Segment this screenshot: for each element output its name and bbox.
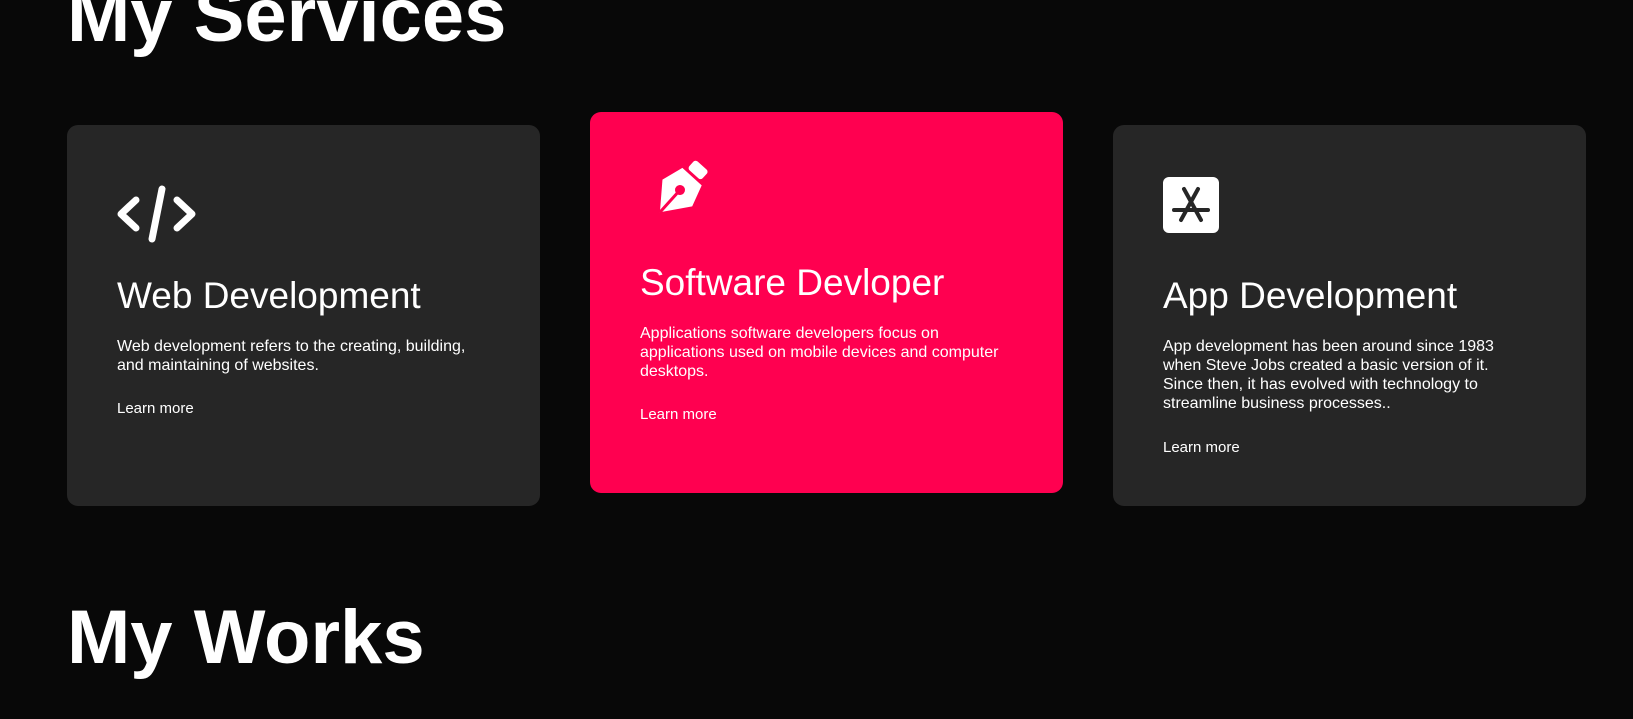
card-title: Software Devloper [640, 262, 945, 303]
works-heading: My Works [67, 595, 425, 680]
learn-more-link[interactable]: Learn more [640, 406, 717, 423]
card-description: Applications software developers focus o… [640, 325, 999, 380]
card-title: App Development [1163, 275, 1458, 316]
service-card-app-development: App Development App development has been… [1113, 125, 1586, 506]
card-description: Web development refers to the creating, … [117, 338, 466, 374]
card-description: App development has been around since 19… [1163, 338, 1494, 412]
service-card-software-developer: Software Devloper Applications software … [590, 112, 1063, 493]
service-card-web-development: Web Development Web development refers t… [67, 125, 540, 506]
services-heading: My Services [67, 0, 507, 58]
code-icon [117, 185, 196, 243]
learn-more-link[interactable]: Learn more [117, 400, 194, 417]
app-store-icon [1163, 177, 1219, 233]
card-title: Web Development [117, 275, 421, 316]
pen-nib-icon [658, 160, 708, 214]
learn-more-link[interactable]: Learn more [1163, 439, 1240, 456]
